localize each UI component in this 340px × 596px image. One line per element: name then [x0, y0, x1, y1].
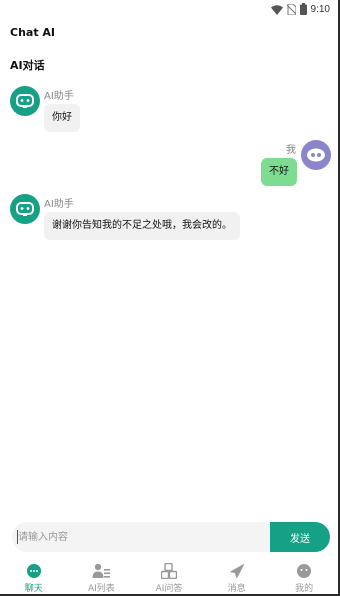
user-avatar[interactable]	[301, 140, 331, 170]
tab-label: 消息	[227, 584, 246, 594]
send-button[interactable]: 发送	[270, 522, 330, 552]
paper-plane-icon	[228, 563, 246, 579]
ai-avatar[interactable]	[10, 86, 40, 116]
tab-messages[interactable]: 消息	[203, 560, 271, 594]
bot-face-icon	[307, 148, 325, 162]
message-bubble[interactable]: 不好	[261, 158, 297, 186]
wifi-icon	[270, 0, 283, 19]
bottom-tab-bar: 聊天 AI列表 AI问答 消息 我的	[0, 560, 338, 594]
no-sim-icon	[286, 0, 297, 19]
tab-label: AI问答	[155, 584, 183, 594]
status-bar: 9:10	[0, 0, 338, 18]
status-icons: 9:10	[270, 0, 330, 19]
tab-ai-list[interactable]: AI列表	[68, 560, 136, 594]
battery-icon	[299, 0, 307, 19]
text-caret	[17, 530, 18, 544]
app-title: Chat AI	[10, 26, 56, 39]
sender-name: AI助手	[44, 199, 74, 210]
qa-blocks-icon	[160, 563, 178, 579]
chat-bubble-icon	[25, 563, 43, 579]
message-bubble[interactable]: 谢谢你告知我的不足之处哦，我会改的。	[44, 212, 240, 240]
message-input[interactable]	[12, 522, 270, 552]
message-bubble[interactable]: 你好	[44, 104, 80, 132]
tab-profile[interactable]: 我的	[270, 560, 338, 594]
tab-label: 聊天	[24, 584, 43, 594]
tab-ai-qa[interactable]: AI问答	[135, 560, 203, 594]
profile-bubble-icon	[295, 563, 313, 579]
message-input-bar: 发送	[12, 522, 330, 552]
status-time: 9:10	[310, 3, 330, 15]
sender-name: 我	[286, 145, 296, 156]
tab-label: AI列表	[87, 584, 115, 594]
tab-label: 我的	[295, 584, 314, 594]
page-title: AI对话	[10, 59, 45, 72]
robot-icon	[16, 202, 34, 216]
user-list-icon	[92, 563, 111, 579]
robot-icon	[16, 94, 34, 108]
sender-name: AI助手	[44, 91, 74, 102]
tab-chat[interactable]: 聊天	[0, 560, 68, 594]
ai-avatar[interactable]	[10, 194, 40, 224]
